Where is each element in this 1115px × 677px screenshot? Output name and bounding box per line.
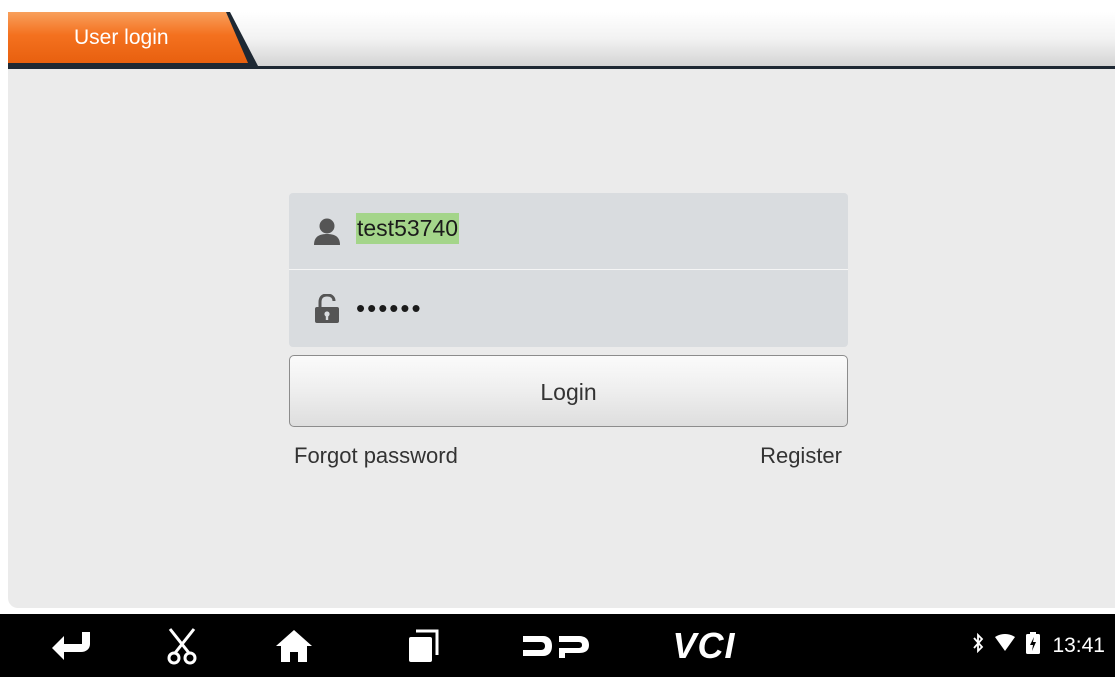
login-form: test53740 •••••• Login Forgot password R…: [289, 193, 848, 477]
forgot-password-link[interactable]: Forgot password: [294, 443, 458, 469]
register-link[interactable]: Register: [760, 443, 842, 469]
login-links: Forgot password Register: [289, 437, 848, 477]
password-input[interactable]: ••••••: [356, 293, 423, 324]
back-icon[interactable]: [44, 614, 100, 677]
battery-icon: [1026, 631, 1041, 660]
unlock-icon: [313, 293, 341, 324]
navigation-bar: VCI 13:41: [0, 614, 1115, 677]
tab-user-login[interactable]: User login: [8, 12, 268, 66]
vci-label: VCI: [672, 624, 736, 666]
status-area: 13:41: [972, 614, 1105, 677]
recent-apps-icon[interactable]: [402, 614, 446, 677]
clock: 13:41: [1052, 633, 1105, 657]
vci-icon[interactable]: VCI: [660, 614, 748, 677]
main-content: test53740 •••••• Login Forgot password R…: [8, 69, 1115, 608]
password-field[interactable]: ••••••: [289, 270, 848, 347]
bluetooth-icon: [972, 632, 984, 659]
login-button[interactable]: Login: [289, 355, 848, 427]
dp-icon[interactable]: [520, 614, 592, 677]
screenshot-icon[interactable]: [160, 614, 204, 677]
wifi-icon: [994, 633, 1016, 658]
user-icon: [313, 217, 341, 247]
username-input[interactable]: test53740: [356, 213, 460, 244]
title-bar: User login: [8, 12, 1115, 69]
home-icon[interactable]: [272, 614, 316, 677]
page-title: User login: [74, 26, 169, 49]
screen: User login test53740 •••••• Login Forgot…: [0, 0, 1115, 677]
username-field[interactable]: test53740: [289, 193, 848, 270]
